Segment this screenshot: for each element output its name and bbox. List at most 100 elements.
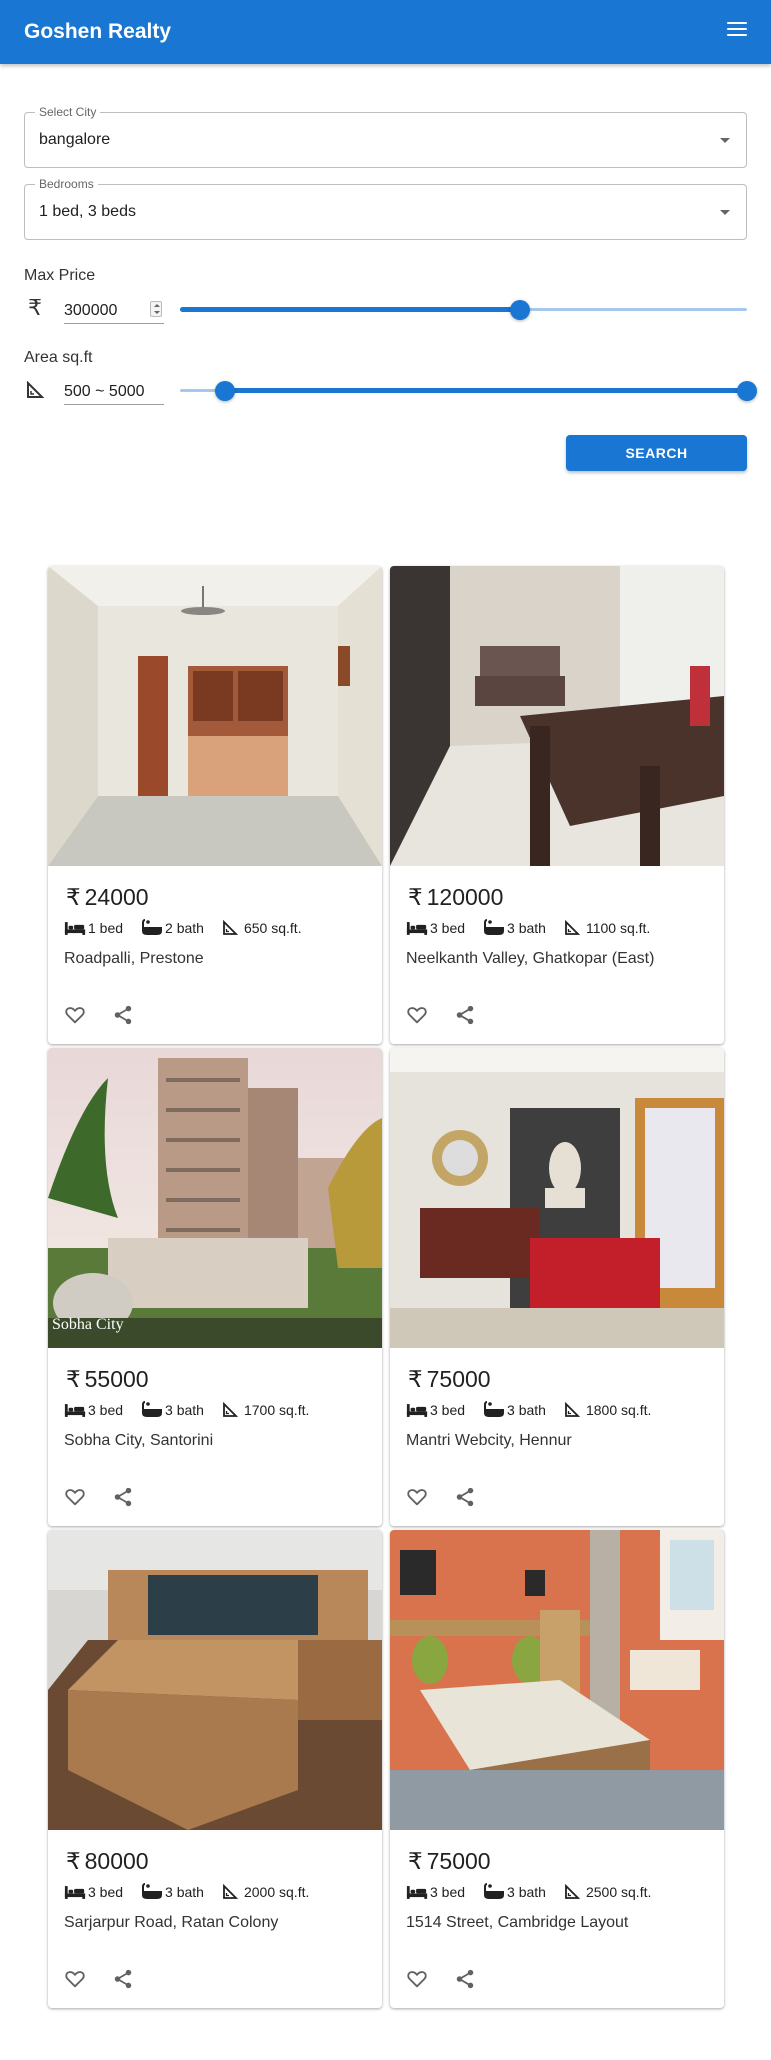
listing-location: Neelkanth Valley, Ghatkopar (East) [406,950,655,967]
area-label: Area sq.ft [24,349,93,366]
card-actions [64,1968,160,1990]
favorite-heart-icon[interactable] [64,1486,86,1508]
bed-stat: 1 bed [64,920,123,936]
area-range-input[interactable]: 500 ~ 5000 [64,377,164,405]
photo-caption: Sobha City [52,1316,124,1333]
max-price-slider[interactable] [180,299,747,320]
share-icon[interactable] [112,1968,134,1990]
bed-icon [64,1885,86,1900]
number-spinner-icon[interactable] [150,301,162,317]
bed-stat: 3 bed [406,1884,465,1900]
max-price-label: Max Price [24,267,96,284]
slider-thumb-min[interactable] [215,381,236,401]
bedrooms-select-label: Bedrooms [35,177,98,191]
listing-location: Mantri Webcity, Hennur [406,1432,572,1449]
share-icon[interactable] [112,1004,134,1026]
menu-icon[interactable] [727,22,747,40]
dropdown-arrow-icon [720,210,730,215]
favorite-heart-icon[interactable] [64,1968,86,1990]
area-value: 1700 sq.ft. [243,1402,310,1418]
listing-price: ₹75000 [408,1848,491,1875]
listing-price: ₹75000 [408,1366,491,1393]
favorite-heart-icon[interactable] [406,1004,428,1026]
card-actions [406,1968,502,1990]
listing-location: Sobha City, Santorini [64,1432,214,1449]
area-ruler-icon [222,1402,238,1418]
listing-price: ₹24000 [66,884,149,911]
listing-photo[interactable]: Sobha City [48,1048,382,1348]
listing-stats: 3 bed 3 bath 1800 sq.ft. [406,1400,669,1420]
bath-stat: 3 bath [141,1883,204,1901]
slider-thumb[interactable] [510,300,531,320]
listing-card[interactable]: ₹24000 1 bed 2 bath 650 sq.ft. Roadpalli, Pr… [48,566,382,1044]
listing-location: 1514 Street, Cambridge Layout [406,1914,629,1931]
max-price-input[interactable]: 300000 [64,296,164,324]
bed-stat: 3 bed [64,1402,123,1418]
share-icon[interactable] [112,1486,134,1508]
max-price-input-value: 300000 [64,302,118,319]
bath-icon [141,1401,163,1419]
price-value: 80000 [84,1848,149,1874]
area-range-input-value: 500 ~ 5000 [64,383,145,400]
search-button[interactable]: SEARCH [566,435,747,471]
area-ruler-icon [564,1884,580,1900]
favorite-heart-icon[interactable] [64,1004,86,1026]
listing-card[interactable]: ₹80000 3 bed 3 bath 2000 sq.ft. Sarjarpur Ro… [48,1530,382,2008]
bedrooms-select[interactable]: Bedrooms 1 bed, 3 beds [24,177,747,240]
listing-photo[interactable] [48,1530,382,1830]
listing-card[interactable]: ₹75000 3 bed 3 bath 1800 sq.ft. Mantri Webci… [390,1048,724,1526]
city-select[interactable]: Select City bangalore [24,105,747,168]
share-icon[interactable] [454,1486,476,1508]
listing-stats: 3 bed 3 bath 2000 sq.ft. [64,1882,327,1902]
bed-count: 3 bed [430,920,466,936]
bed-count: 3 bed [430,1884,466,1900]
area-value: 2000 sq.ft. [243,1884,310,1900]
listing-card[interactable]: Sobha City ₹55000 3 bed 3 bath 1700 sq.ft. So… [48,1048,382,1526]
listing-price: ₹80000 [66,1848,149,1875]
dropdown-arrow-icon [720,138,730,143]
favorite-heart-icon[interactable] [406,1968,428,1990]
bath-count: 3 bath [507,1402,546,1418]
area-range-slider[interactable] [180,380,757,401]
bedrooms-select-value: 1 bed, 3 beds [39,203,136,220]
bath-icon [141,919,163,937]
bed-icon [64,1403,86,1418]
area-stat: 1800 sq.ft. [564,1402,651,1418]
bath-stat: 2 bath [141,919,204,937]
area-value: 1100 sq.ft. [585,920,651,936]
bath-count: 3 bath [507,1884,546,1900]
area-ruler-icon [222,1884,238,1900]
bed-count: 3 bed [88,1402,124,1418]
rupee-icon: ₹ [66,1848,81,1874]
listing-price: ₹120000 [408,884,503,911]
bath-count: 2 bath [165,920,204,936]
listing-stats: 3 bed 3 bath 2500 sq.ft. [406,1882,669,1902]
rupee-icon: ₹ [66,1366,81,1392]
listing-card[interactable]: ₹120000 3 bed 3 bath 1100 sq.ft. Neelkanth V… [390,566,724,1044]
bath-count: 3 bath [507,920,546,936]
share-icon[interactable] [454,1004,476,1026]
favorite-heart-icon[interactable] [406,1486,428,1508]
bed-count: 1 bed [88,920,124,936]
price-value: 120000 [426,884,504,910]
bath-count: 3 bath [165,1884,204,1900]
bed-stat: 3 bed [406,1402,465,1418]
listing-location: Roadpalli, Prestone [64,950,204,967]
listing-photo[interactable] [390,566,724,866]
bed-stat: 3 bed [406,920,465,936]
area-ruler-icon [222,920,238,936]
bed-icon [64,921,86,936]
listing-photo[interactable] [390,1530,724,1830]
listing-photo[interactable] [48,566,382,866]
price-value: 75000 [426,1366,491,1392]
bed-icon [406,921,428,936]
listing-price: ₹55000 [66,1366,149,1393]
slider-track [180,307,521,312]
slider-track [225,388,747,393]
slider-thumb-max[interactable] [737,381,757,401]
bath-count: 3 bath [165,1402,204,1418]
listing-card[interactable]: ₹75000 3 bed 3 bath 2500 sq.ft. 1514 Street,… [390,1530,724,2008]
listing-photo[interactable] [390,1048,724,1348]
price-value: 75000 [426,1848,491,1874]
share-icon[interactable] [454,1968,476,1990]
